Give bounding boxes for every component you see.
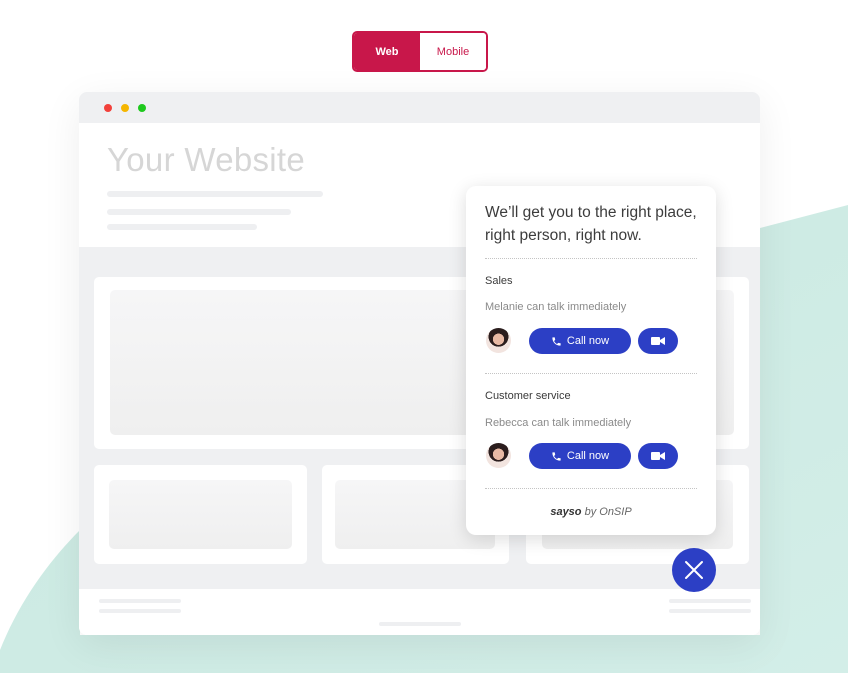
dotted-divider [485, 488, 697, 489]
dotted-divider [485, 258, 697, 259]
video-camera-icon [651, 337, 665, 345]
video-call-button[interactable] [638, 443, 678, 469]
placeholder-line [99, 609, 181, 613]
placeholder-line [107, 224, 257, 230]
window-maximize-dot [138, 104, 146, 112]
call-widget: We’ll get you to the right place, right … [466, 186, 716, 535]
widget-headline: We’ll get you to the right place, right … [485, 204, 697, 244]
dotted-divider [485, 373, 697, 374]
agent-avatar [486, 328, 511, 353]
content-card [94, 465, 307, 564]
site-title: Your Website [107, 141, 306, 178]
close-widget-button[interactable] [672, 548, 716, 592]
browser-title-bar [79, 92, 760, 123]
video-camera-icon [651, 452, 665, 460]
department-name: Customer service [485, 390, 571, 402]
window-minimize-dot [121, 104, 129, 112]
call-now-button[interactable]: Call now [529, 443, 631, 469]
window-close-dot [104, 104, 112, 112]
placeholder-line [669, 599, 751, 603]
platform-toggle: Web Mobile [352, 31, 488, 72]
placeholder-line [107, 191, 323, 197]
placeholder-line [107, 209, 291, 215]
toggle-web[interactable]: Web [354, 33, 420, 70]
department-name: Sales [485, 275, 513, 287]
call-now-button[interactable]: Call now [529, 328, 631, 354]
call-now-label: Call now [566, 335, 610, 347]
availability-text: Rebecca can talk immediately [485, 417, 632, 429]
placeholder-line [99, 599, 181, 603]
video-call-button[interactable] [638, 328, 678, 354]
placeholder-line [379, 622, 461, 626]
phone-icon [552, 336, 561, 346]
availability-text: Melanie can talk immediately [485, 301, 627, 313]
brand-suffix: by OnSIP [581, 506, 632, 518]
toggle-mobile[interactable]: Mobile [420, 33, 486, 70]
powered-by[interactable]: sayso by OnSIP [466, 506, 716, 518]
brand-name: sayso [550, 506, 582, 518]
card-placeholder [109, 480, 292, 549]
close-icon [685, 561, 703, 579]
site-footer [79, 589, 760, 635]
placeholder-line [669, 609, 751, 613]
call-now-label: Call now [566, 450, 610, 462]
phone-icon [552, 451, 561, 461]
agent-avatar [486, 443, 511, 468]
